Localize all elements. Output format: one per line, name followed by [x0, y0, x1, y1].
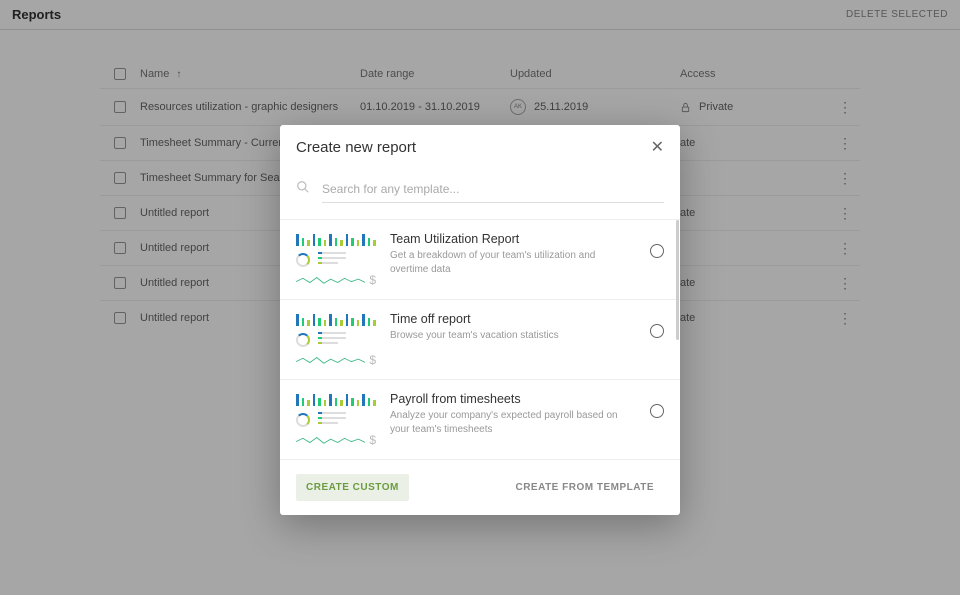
- template-item[interactable]: $ Payroll from timesheets Analyze your c…: [280, 380, 680, 460]
- template-thumbnail: $: [296, 312, 376, 367]
- modal-overlay[interactable]: Create new report ✕ $ Team Utilization R…: [0, 0, 960, 595]
- template-radio[interactable]: [650, 404, 664, 418]
- dollar-icon: $: [369, 273, 376, 287]
- search-icon: [296, 180, 310, 199]
- modal-title: Create new report: [296, 139, 416, 156]
- template-item[interactable]: $ Time off report Browse your team's vac…: [280, 300, 680, 380]
- template-radio[interactable]: [650, 324, 664, 338]
- template-title: Team Utilization Report: [390, 232, 636, 246]
- template-description: Analyze your company's expected payroll …: [390, 409, 636, 437]
- template-description: Get a breakdown of your team's utilizati…: [390, 249, 636, 277]
- template-thumbnail: $: [296, 232, 376, 287]
- dollar-icon: $: [369, 433, 376, 447]
- template-description: Browse your team's vacation statistics: [390, 329, 636, 343]
- template-radio[interactable]: [650, 244, 664, 258]
- template-item[interactable]: $ Team Utilization Report Get a breakdow…: [280, 220, 680, 300]
- close-icon[interactable]: ✕: [651, 140, 664, 156]
- template-thumbnail: $: [296, 392, 376, 447]
- create-custom-button[interactable]: CREATE CUSTOM: [296, 474, 409, 501]
- template-title: Time off report: [390, 312, 636, 326]
- create-from-template-button[interactable]: CREATE FROM TEMPLATE: [505, 474, 664, 501]
- template-search-input[interactable]: [322, 176, 664, 203]
- dollar-icon: $: [369, 353, 376, 367]
- scrollbar[interactable]: [676, 220, 679, 340]
- create-report-modal: Create new report ✕ $ Team Utilization R…: [280, 125, 680, 515]
- template-title: Payroll from timesheets: [390, 392, 636, 406]
